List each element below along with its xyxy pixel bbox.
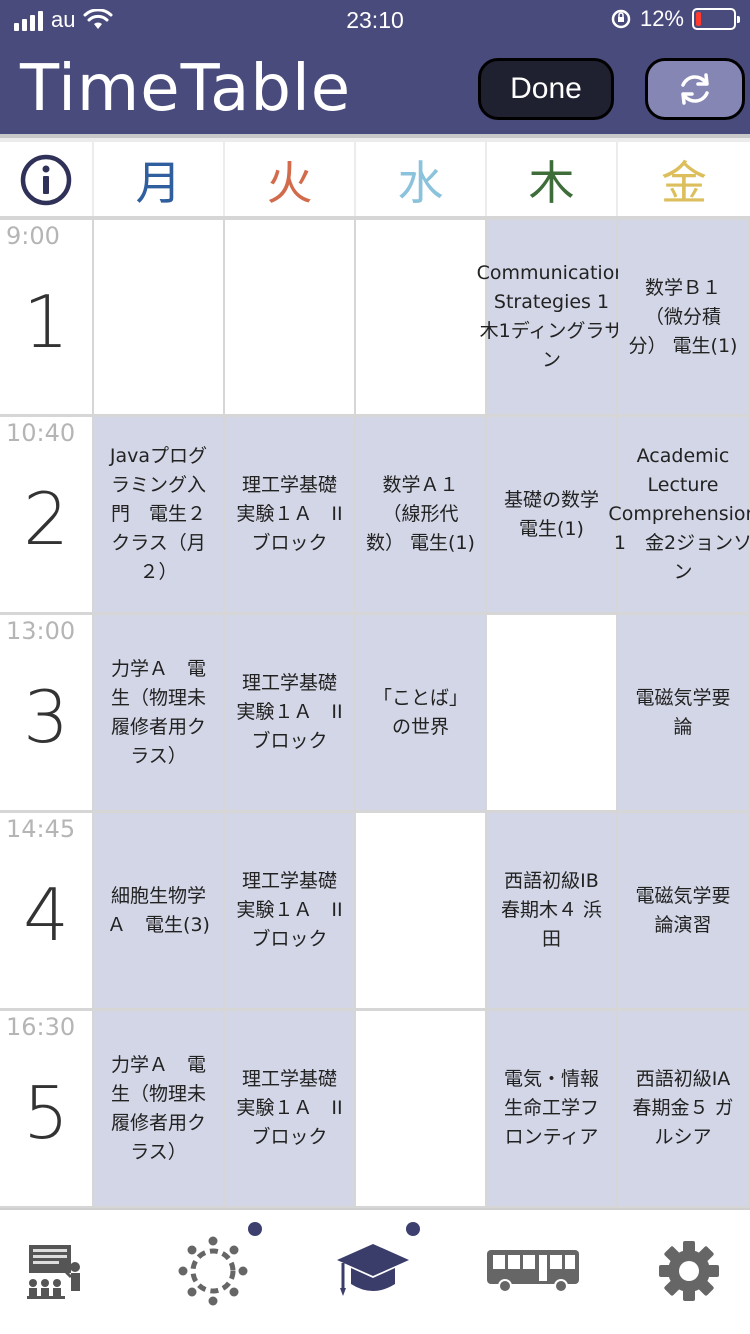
gear-icon	[659, 1241, 719, 1301]
class-cell-fri-5[interactable]: 西語初級IA 春期金５ ガルシア	[618, 1011, 748, 1206]
class-cell-thu-2[interactable]: 基礎の数学 電生(1)	[487, 417, 616, 612]
class-cell-fri-3[interactable]: 電磁気学要論	[618, 615, 748, 810]
class-cell-fri-1[interactable]: 数学Ｂ１（微分積分） 電生(1)	[618, 220, 748, 414]
lecture-icon	[27, 1245, 80, 1299]
class-cell-tue-1[interactable]	[225, 220, 354, 414]
info-icon	[20, 154, 72, 206]
app-header: au 23:10 12% TimeTable Done	[0, 0, 750, 134]
day-tue: 火	[225, 142, 354, 218]
period-number: 1	[23, 280, 69, 364]
battery-icon	[692, 8, 740, 30]
community-icon	[178, 1236, 248, 1306]
class-cell-tue-5[interactable]: 理工学基礎実験１Ａ ⅠⅠブロック	[225, 1011, 354, 1206]
notification-dot	[248, 1222, 262, 1236]
class-cell-mon-2[interactable]: Javaプログラミング入門 電生２クラス（月２）	[94, 417, 223, 612]
tab-timetable[interactable]	[318, 1222, 428, 1316]
timetable-grid: 9:00 1 Communication Strategies 1 木1ディング…	[0, 216, 750, 1208]
battery-percent: 12%	[639, 6, 684, 31]
class-cell-fri-4[interactable]: 電磁気学要論演習	[618, 813, 748, 1008]
tab-lecture[interactable]	[0, 1226, 110, 1316]
class-cell-mon-1[interactable]	[94, 220, 223, 414]
period-5: 16:30 5	[0, 1011, 92, 1206]
class-cell-mon-3[interactable]: 力学Ａ 電生（物理未履修者用クラス）	[94, 615, 223, 810]
day-fri: 金	[618, 142, 750, 218]
period-3: 13:00 3	[0, 615, 92, 810]
class-cell-thu-1[interactable]: Communication Strategies 1 木1ディングラサン	[477, 220, 628, 414]
tab-community[interactable]	[158, 1222, 268, 1316]
app-title: TimeTable	[20, 52, 352, 126]
day-mon: 月	[94, 142, 223, 218]
class-cell-wed-1[interactable]	[356, 220, 485, 414]
period-number: 5	[23, 1071, 69, 1155]
day-header-row: 月 火 水 木 金	[0, 134, 750, 218]
period-1: 9:00 1	[0, 220, 92, 414]
status-bar: au 23:10 12%	[0, 0, 750, 40]
tab-bus[interactable]	[478, 1226, 588, 1316]
info-button[interactable]	[0, 142, 92, 218]
class-cell-mon-4[interactable]: 細胞生物学Ａ 電生(3)	[94, 813, 223, 1008]
period-number: 2	[23, 477, 69, 561]
period-time: 13:00	[6, 617, 76, 645]
period-time: 9:00	[6, 222, 60, 250]
class-cell-mon-5[interactable]: 力学Ａ 電生（物理未履修者用クラス）	[94, 1011, 223, 1206]
class-cell-tue-2[interactable]: 理工学基礎実験１Ａ ⅠⅠブロック	[225, 417, 354, 612]
tab-settings[interactable]	[634, 1226, 744, 1316]
day-wed: 水	[356, 142, 485, 218]
class-cell-tue-4[interactable]: 理工学基礎実験１Ａ ⅠⅠブロック	[225, 813, 354, 1008]
period-4: 14:45 4	[0, 813, 92, 1008]
period-time: 10:40	[6, 419, 76, 447]
notification-dot	[406, 1222, 420, 1236]
period-time: 16:30	[6, 1013, 76, 1041]
bus-icon	[487, 1250, 579, 1293]
class-cell-thu-4[interactable]: 西語初級IB 春期木４ 浜田	[487, 813, 616, 1008]
rotation-lock-icon	[611, 9, 631, 29]
class-cell-thu-3[interactable]	[487, 615, 616, 810]
class-cell-thu-5[interactable]: 電気・情報生命工学フロンティア	[487, 1011, 616, 1206]
class-cell-wed-4[interactable]	[356, 813, 485, 1008]
day-thu: 木	[487, 142, 616, 218]
class-cell-wed-3[interactable]: 「ことば」の世界	[356, 615, 485, 810]
done-button[interactable]: Done	[478, 58, 614, 120]
refresh-button[interactable]	[645, 58, 745, 120]
class-cell-wed-2[interactable]: 数学Ａ１（線形代数） 電生(1)	[356, 417, 485, 612]
graduation-cap-icon	[337, 1244, 409, 1296]
refresh-icon	[681, 73, 709, 105]
period-number: 3	[23, 675, 69, 759]
period-number: 4	[23, 873, 69, 957]
class-cell-wed-5[interactable]	[356, 1011, 485, 1206]
tab-bar	[0, 1208, 750, 1334]
class-cell-tue-3[interactable]: 理工学基礎実験１Ａ ⅠⅠブロック	[225, 615, 354, 810]
period-2: 10:40 2	[0, 417, 92, 612]
period-time: 14:45	[6, 815, 76, 843]
class-cell-fri-2[interactable]: Academic Lecture Comprehension 1 金2ジョンソン	[608, 417, 750, 612]
